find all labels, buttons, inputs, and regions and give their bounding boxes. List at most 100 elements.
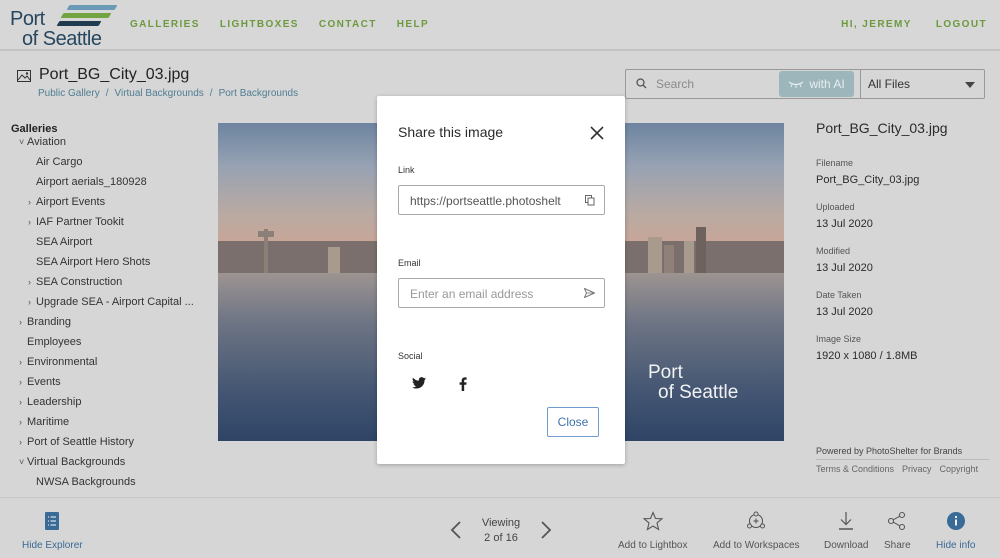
info-value: 1920 x 1080 / 1.8MB: [816, 350, 918, 362]
info-value: 13 Jul 2020: [816, 262, 873, 274]
gallery-tree-item[interactable]: › Maritime: [19, 412, 69, 432]
share-dialog: Share this image Link Email Social Close: [377, 96, 625, 464]
gallery-tree-item[interactable]: SEA Airport: [28, 232, 92, 252]
share-button[interactable]: Share: [884, 510, 911, 551]
info-field-filename: Filename Port_BG_City_03.jpg: [816, 158, 991, 186]
gallery-tree-item-label: Branding: [27, 316, 72, 328]
gallery-tree-item-label: Airport aerials_180928: [36, 176, 147, 188]
user-greeting[interactable]: HI, JEREMY: [841, 19, 912, 30]
search-input[interactable]: [656, 75, 776, 93]
social-label: Social: [398, 351, 423, 361]
info-label: Date Taken: [816, 290, 862, 300]
chevron-right-icon[interactable]: ›: [28, 272, 36, 292]
gallery-tree-item[interactable]: › Leadership: [19, 392, 81, 412]
chevron-down-icon[interactable]: ˅: [19, 452, 27, 472]
info-label: Modified: [816, 246, 851, 256]
gallery-tree-item[interactable]: › Branding: [19, 312, 71, 332]
privacy-link[interactable]: Privacy: [902, 464, 932, 474]
chevron-right-icon[interactable]: ›: [28, 212, 36, 232]
chevron-right-icon[interactable]: ›: [19, 412, 27, 432]
info-label: Uploaded: [816, 202, 855, 212]
email-field: [398, 278, 605, 308]
watermark-line1: Port: [648, 362, 683, 383]
port-of-seattle-logo[interactable]: Port of Seattle: [10, 2, 120, 50]
gallery-tree-item[interactable]: › Airport Events: [28, 192, 105, 212]
share-link-field: [398, 185, 605, 215]
gallery-tree-item[interactable]: › IAF Partner Tookit: [28, 212, 124, 232]
file-filter-dropdown[interactable]: All Files: [860, 70, 985, 98]
photo-building: [684, 241, 694, 273]
gallery-tree-item-label: Leadership: [27, 396, 82, 408]
breadcrumb-separator: /: [209, 88, 213, 99]
add-to-workspaces-button[interactable]: Add to Workspaces: [713, 510, 800, 551]
workspace-add-icon: [746, 510, 766, 532]
chevron-left-icon: [450, 521, 461, 539]
chevron-right-icon[interactable]: ›: [19, 352, 27, 372]
gallery-tree-item[interactable]: › Upgrade SEA - Airport Capital ...: [28, 292, 194, 312]
image-icon: [17, 70, 31, 82]
copy-icon[interactable]: [585, 195, 595, 206]
search-with-ai-button[interactable]: with AI: [779, 71, 854, 97]
nav-galleries[interactable]: GALLERIES: [130, 19, 200, 30]
gallery-tree-item[interactable]: › Port of Seattle History: [19, 432, 134, 452]
gallery-tree-item[interactable]: › SEA Construction: [28, 272, 122, 292]
gallery-tree-item[interactable]: SEA Airport Hero Shots: [28, 252, 150, 272]
gallery-tree-item[interactable]: ˅ Virtual Backgrounds: [19, 452, 125, 472]
terms-link[interactable]: Terms & Conditions: [816, 464, 894, 474]
gallery-tree-item[interactable]: ˅ Aviation: [19, 132, 66, 152]
share-link-input[interactable]: [410, 192, 575, 209]
logout-link[interactable]: LOGOUT: [936, 19, 987, 30]
photo-building: [328, 247, 340, 273]
close-icon[interactable]: [589, 125, 605, 141]
close-button[interactable]: Close: [547, 407, 599, 437]
ai-eye-icon: [788, 81, 804, 88]
logo-text-line2: of Seattle: [22, 28, 102, 50]
image-info-panel: Port_BG_City_03.jpg Filename Port_BG_Cit…: [816, 120, 991, 378]
send-icon[interactable]: [584, 288, 595, 298]
gallery-tree-item[interactable]: Air Cargo: [28, 152, 82, 172]
twitter-icon[interactable]: [412, 377, 426, 389]
breadcrumb-public-gallery[interactable]: Public Gallery: [38, 88, 100, 99]
nav-contact[interactable]: CONTACT: [319, 19, 377, 30]
viewing-indicator: Viewing 2 of 16: [478, 516, 524, 546]
chevron-right-icon[interactable]: ›: [19, 372, 27, 392]
powered-by-photoshelter[interactable]: Powered by PhotoShelter for Brands: [816, 446, 989, 460]
previous-image-button[interactable]: [450, 520, 462, 544]
breadcrumb-virtual-backgrounds[interactable]: Virtual Backgrounds: [114, 88, 203, 99]
chevron-right-icon[interactable]: ›: [19, 432, 27, 452]
chevron-right-icon[interactable]: ›: [28, 192, 36, 212]
chevron-down-icon[interactable]: ˅: [19, 132, 27, 152]
gallery-tree-item[interactable]: NWSA Backgrounds: [28, 472, 136, 492]
gallery-tree-item[interactable]: Airport aerials_180928: [28, 172, 147, 192]
gallery-tree-item[interactable]: › Events: [19, 372, 61, 392]
info-title: Port_BG_City_03.jpg: [816, 120, 948, 136]
download-button[interactable]: Download: [824, 510, 868, 551]
info-value: 13 Jul 2020: [816, 218, 873, 230]
gallery-tree-item-label: Employees: [27, 336, 82, 348]
gallery-tree-item[interactable]: › Environmental: [19, 352, 97, 372]
gallery-tree-item[interactable]: Employees: [19, 332, 81, 352]
breadcrumb-port-backgrounds[interactable]: Port Backgrounds: [219, 88, 299, 99]
top-header: Port of Seattle GALLERIES LIGHTBOXES CON…: [0, 0, 1000, 51]
gallery-tree-item-label: NWSA Backgrounds: [36, 476, 136, 488]
copyright-link[interactable]: Copyright: [940, 464, 979, 474]
main-nav: GALLERIES LIGHTBOXES CONTACT HELP: [130, 19, 429, 30]
chevron-right-icon[interactable]: ›: [28, 292, 36, 312]
next-image-button[interactable]: [540, 520, 552, 544]
hide-info-button[interactable]: Hide info: [936, 510, 975, 551]
chevron-right-icon[interactable]: ›: [19, 392, 27, 412]
page-title: Port_BG_City_03.jpg: [39, 66, 190, 83]
facebook-icon[interactable]: [459, 377, 467, 391]
add-to-lightbox-button[interactable]: Add to Lightbox: [618, 510, 688, 551]
info-label: Filename: [816, 158, 854, 168]
nav-lightboxes[interactable]: LIGHTBOXES: [220, 19, 299, 30]
gallery-tree-item-label: Aviation: [27, 136, 66, 148]
add-to-workspaces-label: Add to Workspaces: [713, 540, 800, 551]
nav-help[interactable]: HELP: [397, 19, 429, 30]
logo-stripe-green: [60, 13, 112, 18]
hide-explorer-button[interactable]: Hide Explorer: [22, 510, 83, 551]
email-input[interactable]: [410, 285, 575, 302]
chevron-right-icon[interactable]: ›: [19, 312, 27, 332]
hide-info-label: Hide info: [936, 540, 976, 551]
file-filter-value: All Files: [868, 77, 911, 91]
